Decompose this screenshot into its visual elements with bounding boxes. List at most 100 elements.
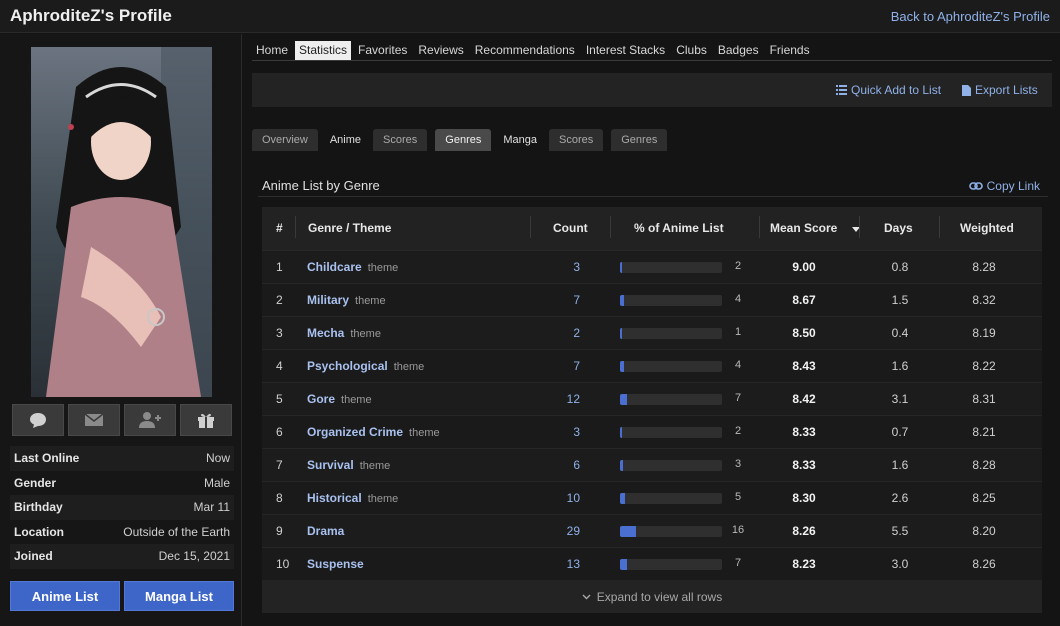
section-divider xyxy=(258,196,1048,197)
info-label: Gender xyxy=(14,475,57,490)
row-mean-score: 9.00 xyxy=(792,260,816,274)
row-count-link[interactable]: 3 xyxy=(530,425,580,439)
header-weighted[interactable]: Weighted xyxy=(960,221,1014,235)
file-icon xyxy=(962,84,971,96)
percent-bar xyxy=(620,559,722,570)
tab-anime-heading: Anime xyxy=(329,134,362,146)
row-weighted: 8.19 xyxy=(972,326,996,340)
row-genre: Gore theme xyxy=(307,392,372,406)
row-genre: Mecha theme xyxy=(307,326,381,340)
header-genre[interactable]: Genre / Theme xyxy=(308,221,391,235)
list-buttons: Anime List Manga List xyxy=(10,581,234,611)
row-count-link[interactable]: 7 xyxy=(530,293,580,307)
row-genre: Military theme xyxy=(307,293,386,307)
table-row: 1 Childcare theme 3 2 9.00 0.8 8.28 xyxy=(262,250,1042,283)
genre-link[interactable]: Organized Crime xyxy=(307,425,403,439)
header-count[interactable]: Count xyxy=(553,221,588,235)
genre-link[interactable]: Drama xyxy=(307,524,344,538)
list-toolbar: Quick Add to List Export Lists xyxy=(252,73,1052,107)
link-icon xyxy=(968,182,983,190)
nav-interest-stacks[interactable]: Interest Stacks xyxy=(582,41,669,60)
header-days[interactable]: Days xyxy=(884,221,913,235)
profile-header: AphroditeZ's Profile Back to AphroditeZ'… xyxy=(0,0,1060,33)
row-count-link[interactable]: 12 xyxy=(530,392,580,406)
row-weighted: 8.32 xyxy=(972,293,996,307)
row-mean-score: 8.50 xyxy=(792,326,816,340)
table-row: 5 Gore theme 12 7 8.42 3.1 8.31 xyxy=(262,382,1042,415)
tab-manga-scores[interactable]: Scores xyxy=(549,129,604,151)
genre-kind-label: theme xyxy=(367,493,399,505)
genre-link[interactable]: Historical xyxy=(307,491,362,505)
nav-badges[interactable]: Badges xyxy=(714,41,763,60)
expand-rows-button[interactable]: Expand to view all rows xyxy=(262,580,1042,613)
row-genre: Organized Crime theme xyxy=(307,425,440,439)
send-mail-button[interactable] xyxy=(68,404,120,436)
genre-kind-label: theme xyxy=(367,262,399,274)
row-count-link[interactable]: 7 xyxy=(530,359,580,373)
genre-link[interactable]: Psychological xyxy=(307,359,388,373)
profile-nav: Home Statistics Favorites Reviews Recomm… xyxy=(252,41,1052,61)
percent-bar xyxy=(620,427,722,438)
copy-link-label: Copy Link xyxy=(986,179,1040,193)
row-days: 1.6 xyxy=(891,359,909,373)
nav-friends[interactable]: Friends xyxy=(766,41,814,60)
add-friend-icon xyxy=(139,412,161,428)
quick-add-button[interactable]: Quick Add to List xyxy=(836,83,941,97)
row-rank: 7 xyxy=(276,458,283,472)
info-birthday: Birthday Mar 11 xyxy=(10,495,234,520)
row-weighted: 8.20 xyxy=(972,524,996,538)
info-gender: Gender Male xyxy=(10,471,234,496)
genre-link[interactable]: Mecha xyxy=(307,326,344,340)
row-genre: Drama xyxy=(307,524,350,538)
genre-link[interactable]: Childcare xyxy=(307,260,362,274)
message-button[interactable] xyxy=(12,404,64,436)
manga-list-button[interactable]: Manga List xyxy=(124,581,234,611)
section-title: Anime List by Genre xyxy=(262,178,380,193)
tab-manga-genres[interactable]: Genres xyxy=(611,129,668,151)
tab-overview[interactable]: Overview xyxy=(252,129,318,151)
percent-bar-fill xyxy=(620,328,623,339)
nav-recommendations[interactable]: Recommendations xyxy=(471,41,579,60)
nav-favorites[interactable]: Favorites xyxy=(354,41,411,60)
profile-sidebar: Last Online Now Gender Male Birthday Mar… xyxy=(0,34,242,626)
anime-list-button[interactable]: Anime List xyxy=(10,581,120,611)
table-row: 4 Psychological theme 7 4 8.43 1.6 8.22 xyxy=(262,349,1042,382)
row-count-link[interactable]: 6 xyxy=(530,458,580,472)
add-friend-button[interactable] xyxy=(124,404,176,436)
percent-bar-fill xyxy=(620,427,623,438)
row-count-link[interactable]: 13 xyxy=(530,557,580,571)
profile-action-icons xyxy=(12,404,232,437)
speech-bubble-icon xyxy=(30,413,46,428)
row-rank: 6 xyxy=(276,425,283,439)
copy-link-button[interactable]: Copy Link xyxy=(968,179,1040,193)
row-count-link[interactable]: 29 xyxy=(530,524,580,538)
header-mean-score[interactable]: Mean Score xyxy=(770,221,837,235)
header-percent[interactable]: % of Anime List xyxy=(634,221,724,235)
genre-table: # Genre / Theme Count % of Anime List Me… xyxy=(262,207,1042,613)
row-percent: 5 xyxy=(734,491,742,503)
nav-home[interactable]: Home xyxy=(252,41,292,60)
genre-link[interactable]: Military xyxy=(307,293,349,307)
table-row: 3 Mecha theme 2 1 8.50 0.4 8.19 xyxy=(262,316,1042,349)
row-mean-score: 8.42 xyxy=(792,392,816,406)
row-days: 3.0 xyxy=(891,557,909,571)
row-days: 0.7 xyxy=(891,425,909,439)
row-count-link[interactable]: 10 xyxy=(530,491,580,505)
tab-anime-genres[interactable]: Genres xyxy=(435,129,492,151)
genre-link[interactable]: Gore xyxy=(307,392,335,406)
gift-button[interactable] xyxy=(180,404,232,436)
nav-reviews[interactable]: Reviews xyxy=(414,41,467,60)
genre-link[interactable]: Suspense xyxy=(307,557,364,571)
nav-statistics[interactable]: Statistics xyxy=(295,41,352,60)
table-header: # Genre / Theme Count % of Anime List Me… xyxy=(262,207,1042,250)
row-weighted: 8.28 xyxy=(972,458,996,472)
percent-bar xyxy=(620,295,722,306)
row-count-link[interactable]: 2 xyxy=(530,326,580,340)
export-lists-button[interactable]: Export Lists xyxy=(962,83,1038,97)
tab-anime-scores[interactable]: Scores xyxy=(373,129,428,151)
info-value: Mar 11 xyxy=(193,500,230,515)
nav-clubs[interactable]: Clubs xyxy=(672,41,711,60)
row-count-link[interactable]: 3 xyxy=(530,260,580,274)
genre-link[interactable]: Survival xyxy=(307,458,354,472)
back-to-profile-link[interactable]: Back to AphroditeZ's Profile xyxy=(891,9,1050,24)
